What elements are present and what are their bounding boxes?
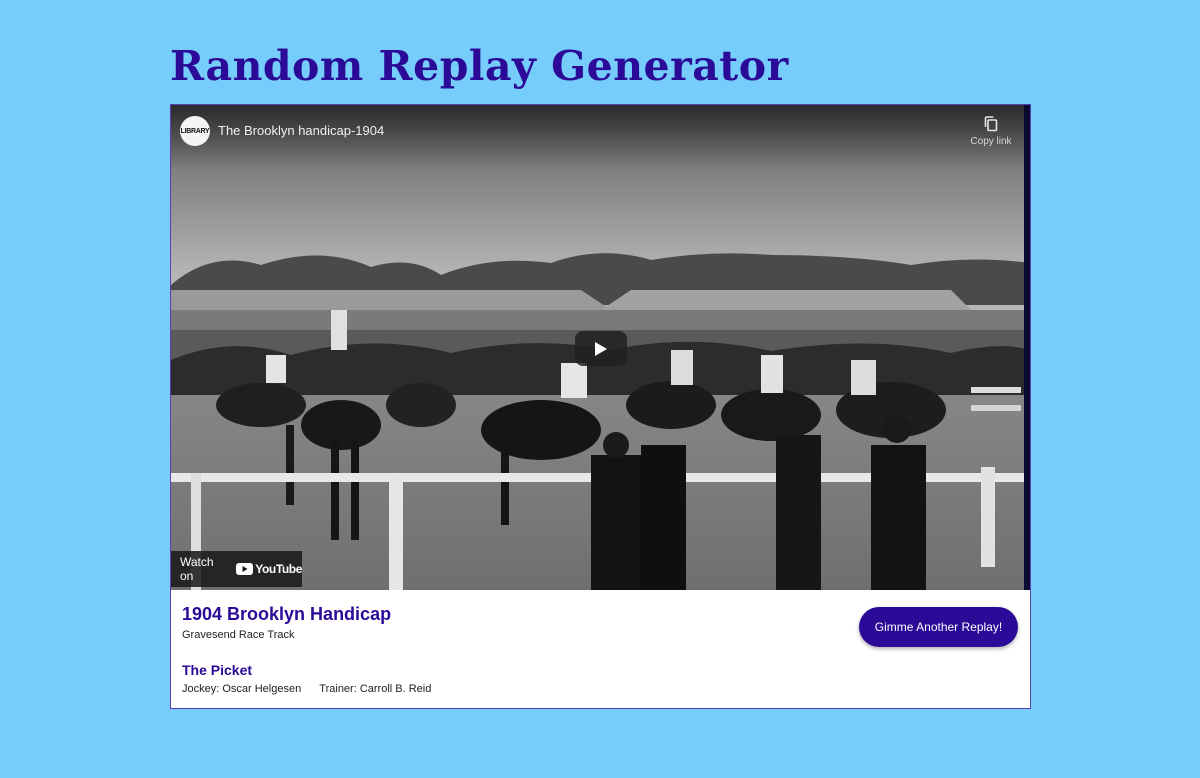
replay-card: LIBRARY The Brooklyn handicap-1904 Copy …: [170, 104, 1031, 709]
copy-link-button[interactable]: Copy link: [966, 116, 1016, 147]
trainer-text: Trainer: Carroll B. Reid: [319, 683, 432, 695]
play-icon: [595, 341, 607, 356]
youtube-logo: YouTube: [236, 562, 302, 576]
page-title: Random Replay Generator: [170, 42, 789, 90]
youtube-icon: [236, 563, 254, 575]
jockey-text: Jockey: Oscar Helgesen: [182, 683, 302, 695]
watch-on-label: Watch on: [180, 555, 214, 583]
play-button[interactable]: [575, 331, 627, 366]
copy-icon: [984, 116, 998, 132]
another-replay-button[interactable]: Gimme Another Replay!: [859, 607, 1018, 647]
track-name: Gravesend Race Track: [182, 629, 295, 641]
winner-horse-name: The Picket: [182, 662, 253, 678]
copy-link-label: Copy link: [970, 136, 1012, 147]
watch-on-youtube-button[interactable]: Watch on YouTube: [171, 551, 302, 587]
video-player[interactable]: LIBRARY The Brooklyn handicap-1904 Copy …: [171, 105, 1030, 590]
channel-avatar-text: LIBRARY: [180, 127, 210, 135]
video-edge: [1024, 105, 1030, 590]
channel-avatar[interactable]: LIBRARY: [180, 116, 210, 146]
connections: Jockey: Oscar Helgesen Trainer: Carroll …: [182, 683, 431, 695]
video-title[interactable]: The Brooklyn handicap-1904: [218, 123, 384, 138]
youtube-wordmark: YouTube: [255, 562, 302, 576]
race-name: 1904 Brooklyn Handicap: [182, 604, 392, 624]
